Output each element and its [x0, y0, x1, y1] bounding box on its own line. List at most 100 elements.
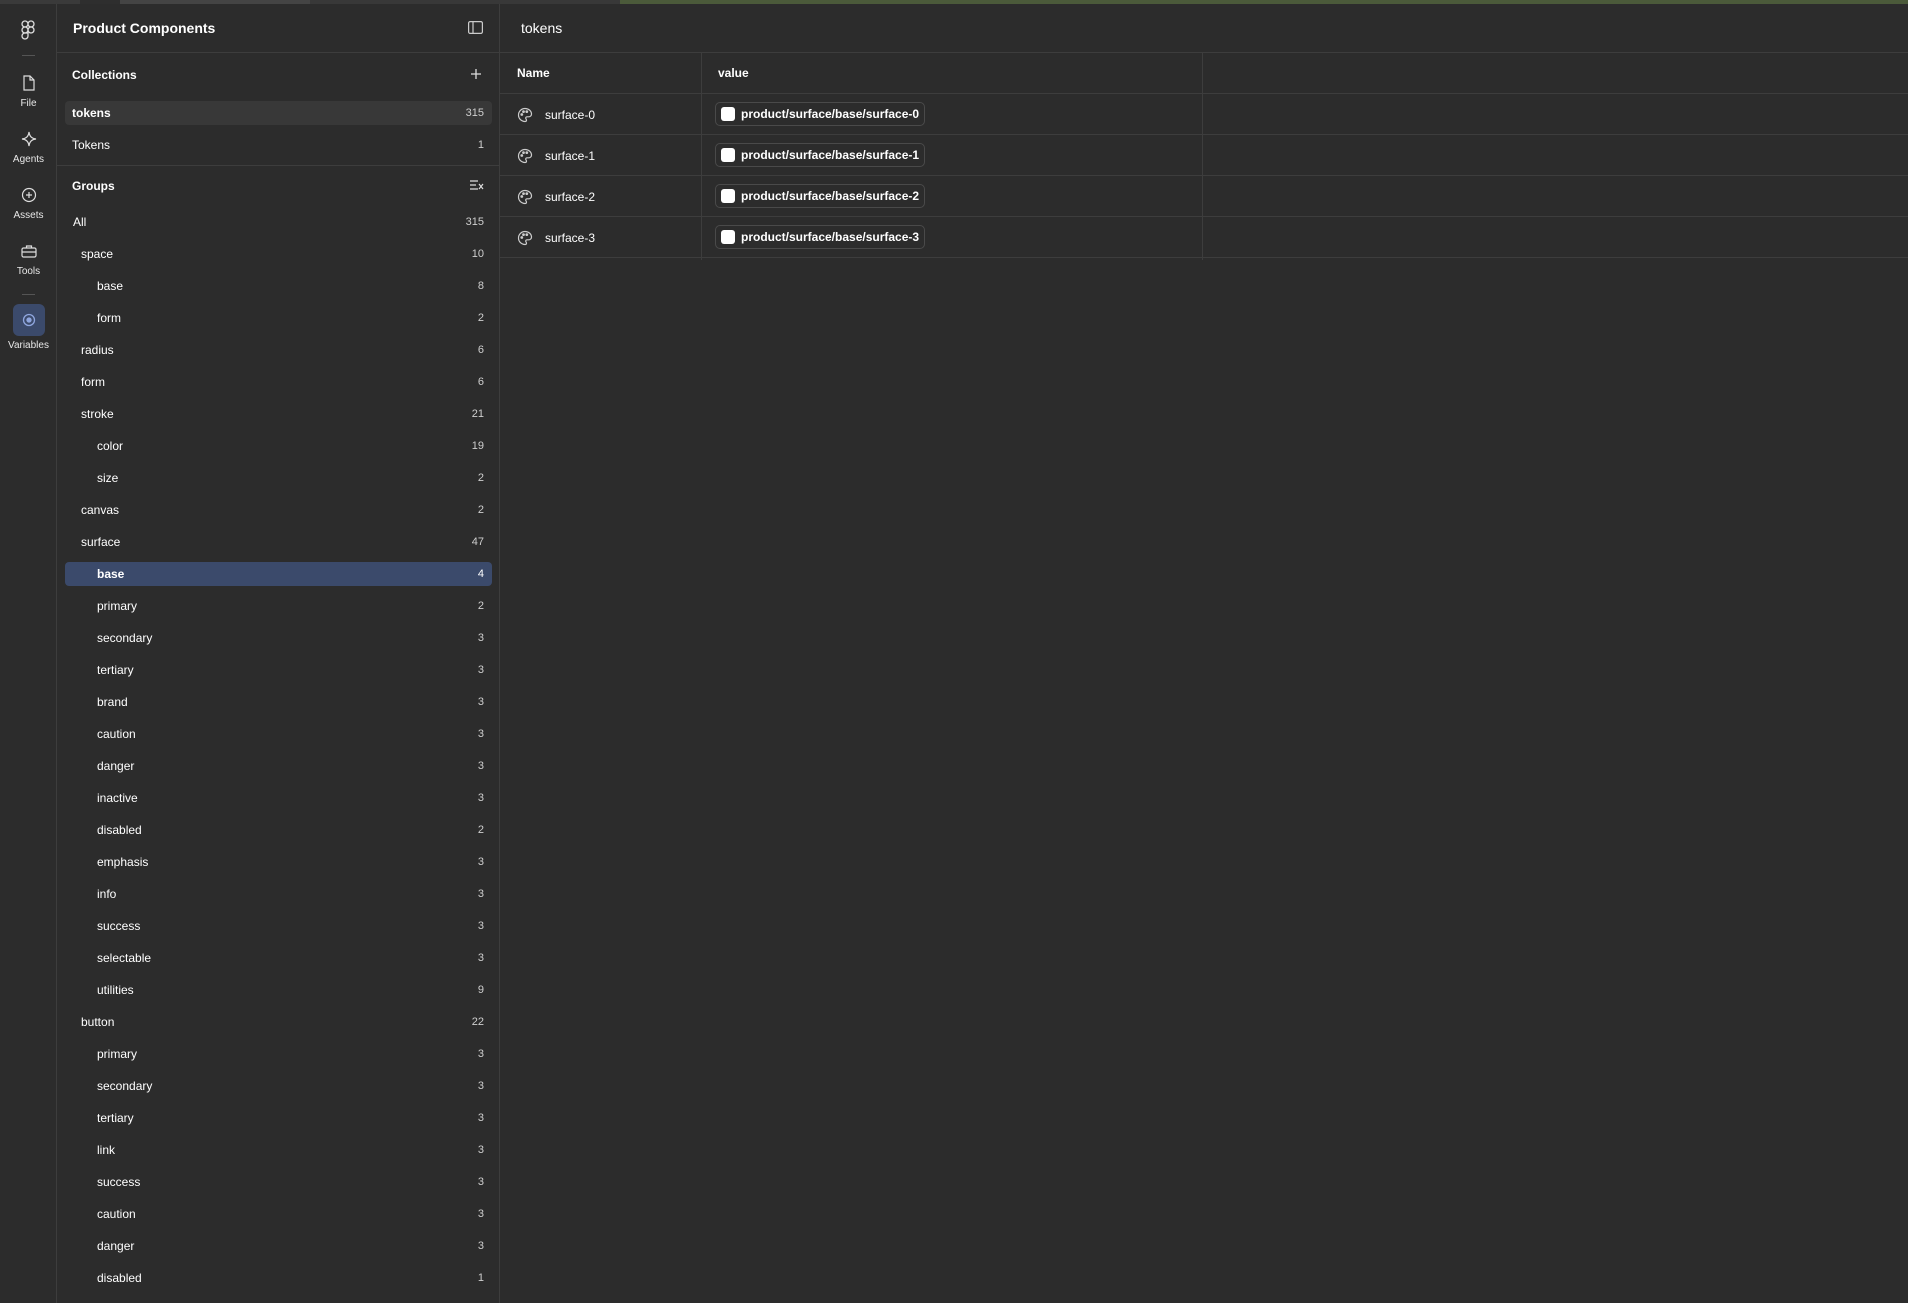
- variable-name[interactable]: surface-2: [545, 190, 595, 204]
- variable-name[interactable]: surface-1: [545, 149, 595, 163]
- rail-item-tools[interactable]: Tools: [0, 240, 57, 277]
- table-header: Name value: [500, 53, 1908, 94]
- group-count: 2: [477, 472, 484, 484]
- collection-item[interactable]: tokens 315: [65, 101, 492, 125]
- group-item[interactable]: utilities 9: [65, 978, 492, 1002]
- table-row[interactable]: surface-1 product/surface/base/surface-1: [500, 135, 1908, 176]
- group-name: brand: [97, 695, 128, 709]
- group-name: button: [81, 1015, 115, 1029]
- group-count: 3: [477, 1112, 484, 1124]
- group-item[interactable]: color 19: [65, 434, 492, 458]
- column-header-name[interactable]: Name: [517, 66, 550, 80]
- group-item[interactable]: brand 3: [65, 690, 492, 714]
- rail-divider: [22, 55, 35, 56]
- color-variable-icon: [517, 189, 533, 205]
- group-name: success: [97, 1175, 141, 1189]
- group-count: 47: [471, 536, 484, 548]
- group-item[interactable]: info 3: [65, 882, 492, 906]
- alias-value-pill[interactable]: product/surface/base/surface-3: [715, 225, 926, 249]
- alias-value-pill[interactable]: product/surface/base/surface-2: [715, 184, 926, 208]
- group-item[interactable]: size 2: [65, 466, 492, 490]
- group-count: 3: [477, 1240, 484, 1252]
- group-item[interactable]: canvas 2: [65, 498, 492, 522]
- group-count: 3: [477, 1176, 484, 1188]
- group-item[interactable]: tertiary 3: [65, 1106, 492, 1130]
- group-name: space: [81, 247, 114, 261]
- variable-name[interactable]: surface-0: [545, 108, 595, 122]
- group-item[interactable]: base 8: [65, 274, 492, 298]
- group-count: 3: [477, 664, 484, 676]
- group-item[interactable]: button 22: [65, 1010, 492, 1034]
- column-header-value[interactable]: value: [718, 66, 749, 80]
- variables-main: tokens Name value surface-0 product/surfa…: [500, 4, 1908, 1303]
- table-row[interactable]: surface-0 product/surface/base/surface-0: [500, 94, 1908, 135]
- color-swatch: [721, 230, 735, 244]
- group-item[interactable]: disabled 2: [65, 818, 492, 842]
- alias-value-text: product/surface/base/surface-1: [741, 148, 920, 162]
- group-name: All: [73, 215, 87, 229]
- group-item[interactable]: secondary 3: [65, 626, 492, 650]
- group-item[interactable]: danger 3: [65, 754, 492, 778]
- variables-icon: [12, 304, 45, 336]
- column-divider: [1202, 53, 1203, 260]
- group-item[interactable]: surface 47: [65, 530, 492, 554]
- alias-value-pill[interactable]: product/surface/base/surface-1: [715, 143, 926, 167]
- rail-item-file[interactable]: File: [0, 72, 57, 109]
- collection-item[interactable]: Tokens 1: [65, 133, 492, 157]
- group-item[interactable]: stroke 21: [65, 402, 492, 426]
- group-item[interactable]: form 6: [65, 370, 492, 394]
- group-count: 2: [477, 504, 484, 516]
- group-name: danger: [97, 1239, 135, 1253]
- group-item[interactable]: danger 3: [65, 1234, 492, 1258]
- group-item[interactable]: base 4: [65, 562, 492, 586]
- group-item[interactable]: success 3: [65, 914, 492, 938]
- group-item[interactable]: caution 3: [65, 722, 492, 746]
- group-item[interactable]: caution 3: [65, 1202, 492, 1226]
- section-divider: [57, 165, 500, 166]
- group-item[interactable]: success 3: [65, 1170, 492, 1194]
- group-count: 2: [477, 600, 484, 612]
- group-item[interactable]: selectable 3: [65, 946, 492, 970]
- group-item[interactable]: secondary 3: [65, 1074, 492, 1098]
- group-name: link: [97, 1143, 116, 1157]
- collection-count: 1: [477, 139, 484, 151]
- group-item[interactable]: link 3: [65, 1138, 492, 1162]
- rail-item-variables[interactable]: Variables: [0, 304, 57, 351]
- groups-title: Groups: [72, 179, 115, 193]
- add-collection-icon[interactable]: [469, 67, 483, 81]
- group-name: selectable: [97, 951, 152, 965]
- rail-item-agents[interactable]: Agents: [0, 128, 57, 165]
- group-item[interactable]: tertiary 3: [65, 658, 492, 682]
- group-name: primary: [97, 599, 138, 613]
- color-swatch: [721, 107, 735, 121]
- group-item[interactable]: space 10: [65, 242, 492, 266]
- group-item[interactable]: disabled 1: [65, 1266, 492, 1290]
- group-count: 19: [471, 440, 484, 452]
- file-title: Product Components: [73, 20, 216, 36]
- group-item[interactable]: primary 3: [65, 1042, 492, 1066]
- group-count: 3: [477, 1144, 484, 1156]
- group-options-icon[interactable]: [469, 178, 484, 192]
- group-item[interactable]: All 315: [65, 210, 492, 234]
- group-item[interactable]: form 2: [65, 306, 492, 330]
- alias-value-text: product/surface/base/surface-2: [741, 189, 920, 203]
- figma-logo-icon[interactable]: [19, 20, 37, 42]
- group-count: 3: [477, 1208, 484, 1220]
- group-item[interactable]: radius 6: [65, 338, 492, 362]
- collection-count: 315: [465, 107, 484, 119]
- group-item[interactable]: emphasis 3: [65, 850, 492, 874]
- collection-title: tokens: [521, 20, 563, 36]
- alias-value-pill[interactable]: product/surface/base/surface-0: [715, 102, 926, 126]
- group-name: disabled: [97, 1271, 142, 1285]
- group-count: 3: [477, 1080, 484, 1092]
- group-count: 6: [477, 376, 484, 388]
- group-item[interactable]: primary 2: [65, 594, 492, 618]
- variable-name[interactable]: surface-3: [545, 231, 595, 245]
- panel-toggle-icon[interactable]: [468, 21, 484, 35]
- group-count: 10: [471, 248, 484, 260]
- group-item[interactable]: inactive 3: [65, 786, 492, 810]
- group-name: base: [97, 279, 124, 293]
- table-row[interactable]: surface-3 product/surface/base/surface-3: [500, 217, 1908, 258]
- table-row[interactable]: surface-2 product/surface/base/surface-2: [500, 176, 1908, 217]
- rail-item-assets[interactable]: Assets: [0, 184, 57, 221]
